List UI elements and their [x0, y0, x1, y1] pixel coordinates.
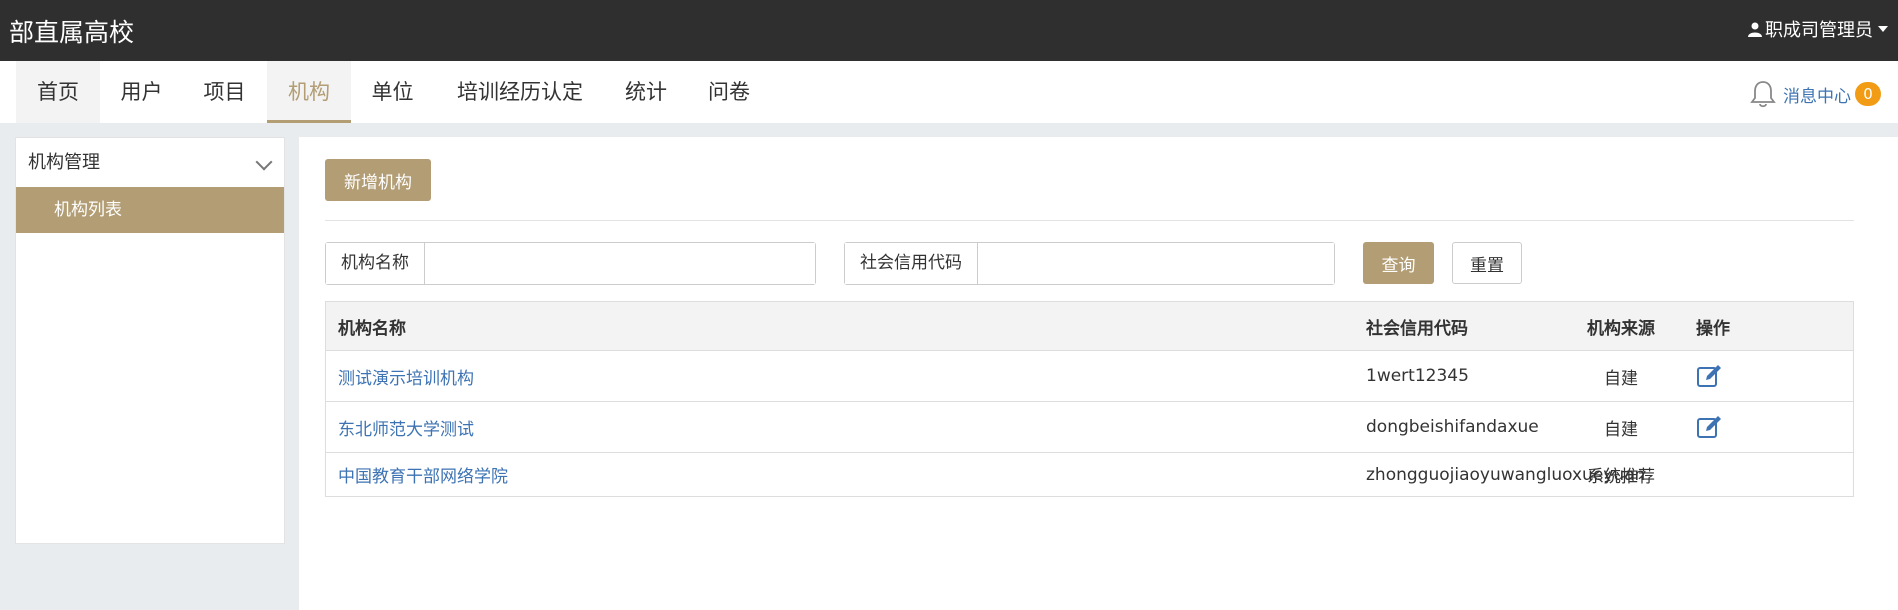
- reset-button[interactable]: 重置: [1452, 242, 1522, 284]
- divider: [325, 220, 1854, 221]
- nav-item-projects[interactable]: 项目: [183, 61, 266, 123]
- user-menu[interactable]: 职成司管理员: [1747, 16, 1888, 42]
- top-bar: 部直属高校 职成司管理员: [0, 0, 1898, 61]
- credit-code-label: 社会信用代码: [845, 243, 978, 284]
- table-row: 测试演示培训机构 1wert12345 自建: [326, 351, 1853, 402]
- institution-name-input[interactable]: [425, 243, 815, 284]
- sidebar: 机构管理 机构列表: [15, 137, 285, 544]
- bell-icon: [1750, 81, 1776, 108]
- nav-item-units[interactable]: 单位: [351, 61, 434, 123]
- sidebar-group-institution-management[interactable]: 机构管理: [16, 138, 284, 187]
- message-count-badge: 0: [1855, 82, 1881, 106]
- caret-down-icon: [1878, 26, 1888, 32]
- institution-name-filter: 机构名称: [325, 242, 816, 285]
- nav-item-training-certification[interactable]: 培训经历认定: [434, 61, 606, 123]
- nav-item-institutions[interactable]: 机构: [267, 61, 351, 123]
- nav-item-questionnaire[interactable]: 问卷: [686, 61, 772, 123]
- nav-item-home[interactable]: 首页: [16, 61, 100, 123]
- credit-code-filter: 社会信用代码: [844, 242, 1335, 285]
- institution-table: 机构名称 社会信用代码 机构来源 操作 测试演示培训机构 1wert12345 …: [325, 301, 1854, 497]
- app-title: 部直属高校: [9, 18, 135, 47]
- sidebar-group-label: 机构管理: [28, 152, 100, 173]
- query-button[interactable]: 查询: [1363, 242, 1434, 284]
- main-nav: 首页 用户 项目 机构 单位 培训经历认定 统计 问卷 消息中心 0: [0, 61, 1898, 123]
- source-cell: 自建: [1604, 419, 1638, 440]
- institution-name-link[interactable]: 测试演示培训机构: [338, 351, 474, 401]
- edit-icon[interactable]: [1696, 415, 1724, 439]
- action-cell: [1696, 402, 1724, 452]
- chevron-down-icon: [255, 153, 273, 171]
- institution-name-link[interactable]: 东北师范大学测试: [338, 402, 474, 452]
- table-header: 机构名称 社会信用代码 机构来源 操作: [326, 302, 1853, 351]
- source-cell: 自建: [1604, 368, 1638, 389]
- edit-icon[interactable]: [1696, 364, 1724, 388]
- header-institution-name: 机构名称: [338, 318, 406, 339]
- action-cell: [1696, 351, 1724, 401]
- user-icon: [1748, 22, 1762, 37]
- table-row: 东北师范大学测试 dongbeishifandaxue 自建: [326, 402, 1853, 453]
- header-source: 机构来源: [1587, 318, 1655, 339]
- user-name: 职成司管理员: [1765, 20, 1873, 41]
- header-credit-code: 社会信用代码: [1366, 318, 1468, 339]
- credit-code-cell: 1wert12345: [1366, 366, 1469, 386]
- message-center[interactable]: 消息中心 0: [1747, 78, 1881, 110]
- message-center-label: 消息中心: [1783, 86, 1851, 107]
- institution-name-label: 机构名称: [326, 243, 425, 284]
- sidebar-item-institution-list[interactable]: 机构列表: [16, 187, 284, 233]
- credit-code-cell: dongbeishifandaxue: [1366, 417, 1539, 437]
- main-content: 新增机构 机构名称 社会信用代码 查询 重置 机构名称 社会信用代码 机构来源 …: [299, 137, 1898, 610]
- source-cell: 系统推荐: [1587, 467, 1655, 487]
- nav-item-users[interactable]: 用户: [100, 61, 183, 123]
- institution-name-link[interactable]: 中国教育干部网络学院: [338, 453, 508, 496]
- header-action: 操作: [1696, 318, 1730, 339]
- table-row: 中国教育干部网络学院 zhongguojiaoyuwangluoxueyuan …: [326, 453, 1853, 496]
- add-institution-button[interactable]: 新增机构: [325, 159, 431, 201]
- credit-code-input[interactable]: [978, 243, 1334, 284]
- nav-item-statistics[interactable]: 统计: [606, 61, 686, 123]
